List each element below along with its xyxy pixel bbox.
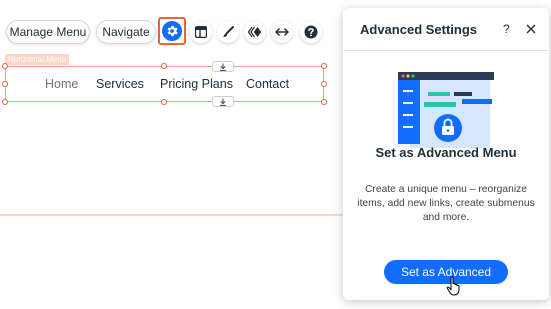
help-icon: [304, 25, 318, 39]
stretch-bottom-handle[interactable]: [212, 96, 234, 107]
advanced-settings-panel: Advanced Settings ? Set as Advanced Menu…: [343, 8, 549, 300]
resize-handle-top-left[interactable]: [2, 63, 8, 69]
menu-item-home[interactable]: Home: [45, 77, 78, 91]
stretch-top-handle[interactable]: [212, 61, 234, 72]
arrow-down-icon: [220, 63, 226, 71]
layout-button[interactable]: [190, 21, 212, 43]
panel-help-button[interactable]: ?: [503, 22, 510, 36]
resize-handle-bottom-right[interactable]: [321, 99, 327, 105]
manage-menu-button[interactable]: Manage Menu: [6, 20, 90, 44]
stretch-button[interactable]: [271, 21, 293, 43]
navigate-button[interactable]: Navigate: [96, 20, 156, 44]
design-button[interactable]: [217, 21, 239, 43]
arrow-down-icon: [220, 98, 226, 106]
gear-icon: [167, 25, 178, 37]
panel-title: Advanced Settings: [360, 22, 478, 37]
layout-icon: [195, 26, 207, 38]
resize-handle-top-mid[interactable]: [161, 63, 167, 69]
stretch-icon: [275, 27, 289, 37]
resize-handle-bottom-left[interactable]: [2, 99, 8, 105]
close-icon[interactable]: [526, 24, 536, 34]
resize-handle-bottom-mid[interactable]: [161, 99, 167, 105]
component-tag: Horizontal Menu: [5, 54, 70, 65]
settings-button[interactable]: [162, 21, 182, 41]
help-button[interactable]: [300, 21, 322, 43]
advanced-menu-illustration: [398, 72, 494, 148]
menu-item-services[interactable]: Services: [96, 77, 144, 91]
panel-heading: Set as Advanced Menu: [375, 145, 517, 160]
brush-icon: [223, 26, 234, 38]
section-divider: [0, 214, 345, 216]
resize-handle-top-right[interactable]: [321, 63, 327, 69]
animation-icon: [248, 26, 262, 38]
menu-item-contact[interactable]: Contact: [246, 77, 289, 91]
panel-header-divider: [343, 50, 549, 51]
resize-handle-right[interactable]: [321, 81, 327, 87]
panel-description: Create a unique menu – reorganize items,…: [357, 184, 535, 223]
hand-cursor-icon: [446, 276, 460, 296]
menu-item-pricing-plans[interactable]: Pricing Plans: [160, 77, 233, 91]
animation-button[interactable]: [244, 21, 266, 43]
resize-handle-left[interactable]: [2, 81, 8, 87]
